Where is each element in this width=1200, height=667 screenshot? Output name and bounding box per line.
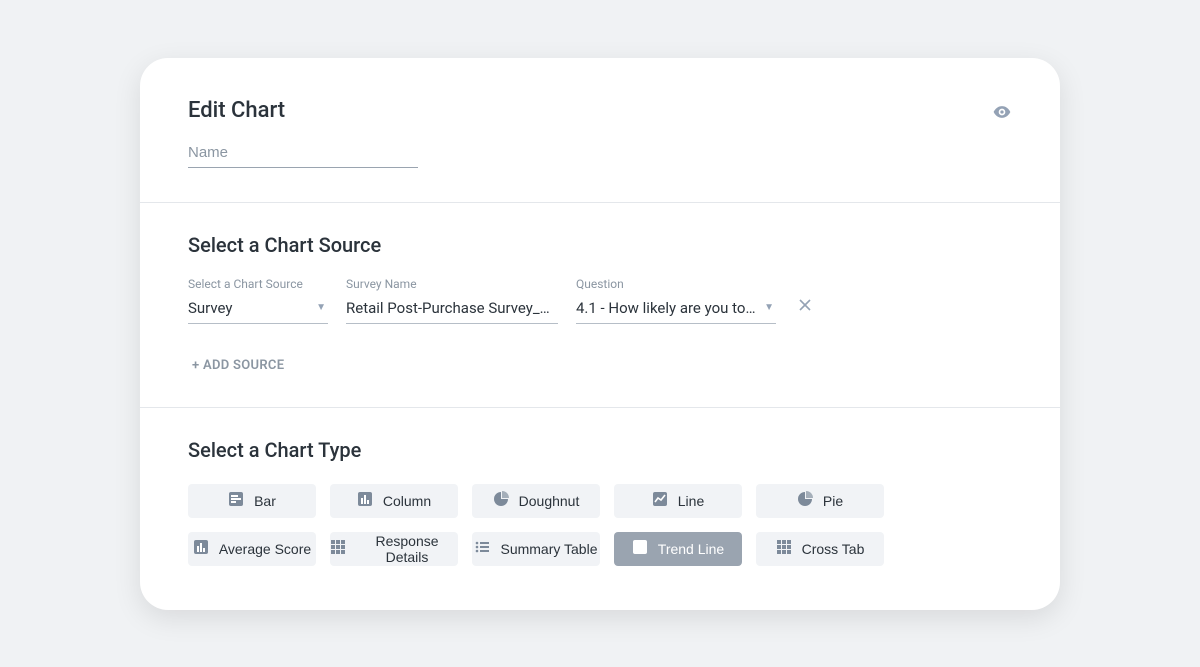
- chart-type-trend-line[interactable]: Trend Line: [614, 532, 742, 566]
- question-field: Question 4.1 - How likely are you to pur…: [576, 277, 776, 324]
- chart-type-line[interactable]: Line: [614, 484, 742, 518]
- bar-icon: [228, 491, 244, 510]
- chart-type-doughnut[interactable]: Doughnut: [472, 484, 600, 518]
- chart-type-label: Bar: [254, 493, 276, 509]
- chevron-down-icon: ▼: [316, 302, 326, 313]
- chart-source-value: Survey: [188, 299, 233, 317]
- modal-title: Edit Chart: [188, 98, 285, 123]
- type-section-title: Select a Chart Type: [188, 438, 1012, 462]
- chart-type-bar[interactable]: Bar: [188, 484, 316, 518]
- modal-header: Edit Chart: [188, 98, 1012, 126]
- chart-type-average-score[interactable]: Average Score: [188, 532, 316, 566]
- name-field: [188, 142, 418, 168]
- chart-source-field: Select a Chart Source Survey ▼: [188, 277, 328, 324]
- grid-icon: [330, 539, 346, 558]
- chart-source-label: Select a Chart Source: [188, 277, 328, 291]
- chart-type-label: Line: [678, 493, 704, 509]
- chart-type-column[interactable]: Column: [330, 484, 458, 518]
- line-icon: [652, 491, 668, 510]
- divider: [140, 202, 1060, 203]
- survey-name-value: Retail Post-Purchase Survey_Mode: [346, 299, 556, 317]
- chart-type-label: Pie: [823, 493, 843, 509]
- pie-icon: [797, 491, 813, 510]
- preview-icon[interactable]: [992, 102, 1012, 126]
- question-value: 4.1 - How likely are you to pur...: [576, 299, 756, 317]
- chart-type-label: Doughnut: [519, 493, 580, 509]
- chart-type-cross-tab[interactable]: Cross Tab: [756, 532, 884, 566]
- chart-type-label: Summary Table: [500, 541, 597, 557]
- remove-source-button[interactable]: [794, 293, 816, 320]
- source-section-title: Select a Chart Source: [188, 233, 1012, 257]
- chart-type-label: Trend Line: [658, 541, 724, 557]
- add-source-button[interactable]: + ADD SOURCE: [188, 358, 284, 373]
- chart-type-summary-table[interactable]: Summary Table: [472, 532, 600, 566]
- doughnut-icon: [493, 491, 509, 510]
- chart-type-response-details[interactable]: Response Details: [330, 532, 458, 566]
- survey-name-field: Survey Name Retail Post-Purchase Survey_…: [346, 277, 558, 324]
- chart-type-label: Column: [383, 493, 431, 509]
- chevron-down-icon: ▼: [764, 302, 774, 313]
- chart-type-label: Response Details: [356, 533, 458, 565]
- source-row: Select a Chart Source Survey ▼ Survey Na…: [188, 277, 1012, 324]
- line-icon: [632, 539, 648, 558]
- grid-icon: [776, 539, 792, 558]
- edit-chart-modal: Edit Chart Select a Chart Source Select …: [140, 58, 1060, 610]
- column-icon: [357, 491, 373, 510]
- question-label: Question: [576, 277, 776, 291]
- survey-name-select[interactable]: Retail Post-Purchase Survey_Mode: [346, 297, 558, 324]
- list-icon: [474, 539, 490, 558]
- name-input[interactable]: [188, 142, 418, 168]
- chart-type-grid: Bar Column Doughnut Line Pie Average Score Res…: [188, 484, 1012, 566]
- chart-source-select[interactable]: Survey ▼: [188, 297, 328, 324]
- question-select[interactable]: 4.1 - How likely are you to pur... ▼: [576, 297, 776, 324]
- survey-name-label: Survey Name: [346, 277, 558, 291]
- chart-type-pie[interactable]: Pie: [756, 484, 884, 518]
- divider: [140, 407, 1060, 408]
- chart-type-label: Cross Tab: [802, 541, 865, 557]
- chart-type-label: Average Score: [219, 541, 311, 557]
- column-icon: [193, 539, 209, 558]
